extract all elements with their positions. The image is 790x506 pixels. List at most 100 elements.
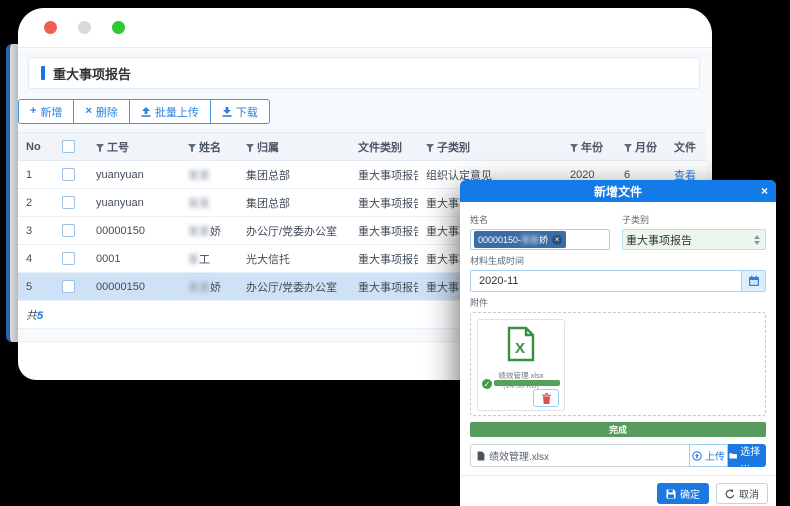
batch-upload-label: 批量上传 <box>155 104 199 120</box>
filter-icon <box>426 144 434 152</box>
cell-category: 重大事项报告 <box>350 161 418 189</box>
cell-org: 集团总部 <box>238 161 350 189</box>
cell-no: 5 <box>18 273 54 301</box>
cell-empid: yuanyuan <box>88 189 180 217</box>
header-year[interactable]: 年份 <box>562 133 616 161</box>
confirm-button[interactable]: 确定 <box>657 483 709 504</box>
download-icon <box>222 107 232 117</box>
header-name-label: 姓名 <box>199 142 221 154</box>
save-icon <box>666 489 676 499</box>
row-checkbox[interactable] <box>62 280 75 293</box>
row-checkbox[interactable] <box>62 224 75 237</box>
modal-footer: 确定 取消 <box>460 475 776 506</box>
attachment-dropzone[interactable]: X 绩效管理.xlsx (14.58 KB) ✓ <box>470 312 766 416</box>
header-subcategory[interactable]: 子类别 <box>418 133 562 161</box>
page-title-panel: 重大事项报告 <box>28 57 700 89</box>
select-all-checkbox[interactable] <box>62 140 75 153</box>
attachment-field-label: 附件 <box>470 296 766 309</box>
cell-category: 重大事项报告 <box>350 217 418 245</box>
add-button-label: 新增 <box>40 104 62 120</box>
cell-name: 某某 <box>180 189 238 217</box>
delete-file-button[interactable] <box>533 389 559 407</box>
header-empid[interactable]: 工号 <box>88 133 180 161</box>
plus-icon: + <box>30 106 36 117</box>
modal-body: 姓名 00000150-某某娇 × 子类别 重大事项报告 <box>460 202 776 467</box>
header-month-label: 月份 <box>635 142 657 154</box>
close-window-button[interactable] <box>44 21 57 34</box>
stage: 重大事项报告 + 新增 × 删除 批量上传 下载 <box>0 0 790 506</box>
total-value: 5 <box>37 310 43 322</box>
undo-icon <box>725 489 735 499</box>
calendar-button[interactable] <box>742 270 766 292</box>
header-org-label: 归属 <box>257 142 279 154</box>
redacted-name: 某某 <box>188 282 210 294</box>
minimize-window-button[interactable] <box>78 21 91 34</box>
name-suffix: 娇 <box>210 282 221 294</box>
row-checkbox[interactable] <box>62 168 75 181</box>
upload-file-button[interactable]: 上传 <box>689 444 728 467</box>
file-progress-bar <box>494 380 560 386</box>
name-field-label: 姓名 <box>470 213 610 226</box>
header-org[interactable]: 归属 <box>238 133 350 161</box>
header-name[interactable]: 姓名 <box>180 133 238 161</box>
name-field[interactable]: 00000150-某某娇 × <box>470 229 610 250</box>
maximize-window-button[interactable] <box>112 21 125 34</box>
download-button[interactable]: 下载 <box>210 99 270 124</box>
cell-empid: yuanyuan <box>88 161 180 189</box>
cell-no: 3 <box>18 217 54 245</box>
remove-tag-icon[interactable]: × <box>552 235 562 245</box>
cell-empid: 00000150 <box>88 217 180 245</box>
cell-no: 2 <box>18 189 54 217</box>
calendar-icon <box>748 275 760 287</box>
upload-success-icon: ✓ <box>480 377 494 391</box>
row-checkbox[interactable] <box>62 196 75 209</box>
folder-icon <box>729 451 737 460</box>
window-titlebar <box>18 8 712 48</box>
cell-no: 1 <box>18 161 54 189</box>
upload-icon <box>141 107 151 117</box>
cell-name: 某某 <box>180 161 238 189</box>
progress-label: 完成 <box>609 423 627 436</box>
modal-title: 新增文件 <box>594 183 642 200</box>
x-icon: × <box>85 106 91 117</box>
delete-button[interactable]: × 删除 <box>73 99 129 124</box>
file-name-input[interactable]: 绩效管理.xlsx <box>470 444 689 467</box>
filter-icon <box>570 144 578 152</box>
subcategory-field-label: 子类别 <box>622 213 766 226</box>
select-spinner-icon <box>754 235 760 245</box>
file-name-value: 绩效管理.xlsx <box>489 448 549 463</box>
name-tag-text: 00000150-某某娇 <box>478 233 548 246</box>
batch-upload-button[interactable]: 批量上传 <box>129 99 211 124</box>
svg-text:X: X <box>515 340 525 357</box>
filter-icon <box>624 144 632 152</box>
subcategory-select[interactable]: 重大事项报告 <box>622 229 766 250</box>
date-field[interactable]: 2020-11 <box>470 270 742 292</box>
cell-empid: 0001 <box>88 245 180 273</box>
title-accent-bar <box>41 66 45 80</box>
cancel-button[interactable]: 取消 <box>716 483 768 504</box>
subcategory-value: 重大事项报告 <box>626 232 692 248</box>
page-title: 重大事项报告 <box>53 64 131 83</box>
cell-org: 办公厅/党委办公室 <box>238 217 350 245</box>
total-label: 共 <box>26 310 37 322</box>
choose-button-label: 选择 … <box>740 443 765 469</box>
row-checkbox[interactable] <box>62 252 75 265</box>
upload-button-label: 上传 <box>705 448 725 463</box>
toolbar: + 新增 × 删除 批量上传 下载 <box>18 99 270 124</box>
header-subcategory-label: 子类别 <box>437 142 470 154</box>
header-file: 文件 <box>666 133 706 161</box>
cell-name: 某某娇 <box>180 217 238 245</box>
header-category: 文件类别 <box>350 133 418 161</box>
date-value: 2020-11 <box>479 275 519 287</box>
cell-org: 办公厅/党委办公室 <box>238 273 350 301</box>
cell-category: 重大事项报告 <box>350 245 418 273</box>
choose-file-button[interactable]: 选择 … <box>728 444 766 467</box>
add-button[interactable]: + 新增 <box>18 99 74 124</box>
filter-icon <box>96 144 104 152</box>
modal-close-icon[interactable]: × <box>761 182 768 200</box>
header-month[interactable]: 月份 <box>616 133 666 161</box>
filter-icon <box>246 144 254 152</box>
upload-progress-bar: 完成 <box>470 422 766 437</box>
add-file-modal: 新增文件 × 姓名 00000150-某某娇 × 子类别 重 <box>460 180 776 506</box>
upload-circle-icon <box>692 451 702 461</box>
